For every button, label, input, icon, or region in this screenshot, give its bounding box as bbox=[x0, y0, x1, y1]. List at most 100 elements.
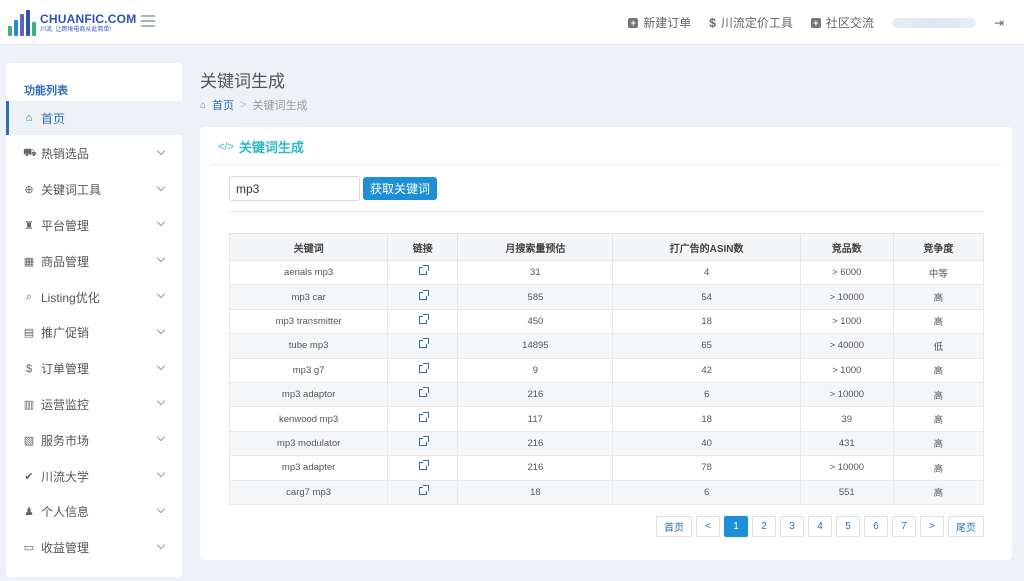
chevron-down-icon bbox=[156, 361, 166, 370]
page-number-button[interactable]: 7 bbox=[892, 516, 916, 537]
new-order-link[interactable]: + 新建订单 bbox=[628, 14, 691, 31]
page-number-button[interactable]: 4 bbox=[808, 516, 832, 537]
external-link-icon[interactable] bbox=[418, 484, 429, 495]
sidebar-item[interactable]: $ 订单管理 bbox=[6, 352, 182, 386]
external-link-icon[interactable] bbox=[418, 362, 429, 373]
external-link-icon[interactable] bbox=[418, 265, 429, 276]
sidebar-item[interactable]: ▦ 商品管理 bbox=[6, 244, 182, 278]
plus-square-icon: + bbox=[628, 17, 639, 28]
pagination: 首页 <1 2 3 4 5 6 7 > 尾页 bbox=[656, 516, 984, 537]
sidebar-item[interactable]: ▭ 收益管理 bbox=[6, 531, 182, 565]
page-number-button[interactable]: 6 bbox=[864, 516, 888, 537]
keyword-generator-card: </> 关键词生成 获取关键词 关键词链接月搜索量预估打广告的ASIN数竞品数竞… bbox=[200, 127, 1012, 560]
divider bbox=[229, 211, 984, 212]
logout-icon[interactable]: ⇥ bbox=[994, 16, 1004, 30]
credit-card-icon: ▭ bbox=[23, 542, 35, 555]
ad-asin-count-cell: 54 bbox=[612, 284, 801, 310]
sidebar-item[interactable]: ▧ 服务市场 bbox=[6, 423, 182, 457]
column-header: 月搜索量预估 bbox=[457, 233, 614, 261]
menu-toggle-icon[interactable] bbox=[141, 15, 155, 27]
sidebar-item-label: 推广促销 bbox=[41, 326, 90, 341]
breadcrumb-current: 关键词生成 bbox=[252, 100, 308, 112]
chevron-down-icon bbox=[156, 146, 166, 156]
external-link-icon[interactable] bbox=[418, 387, 429, 398]
sidebar-item[interactable]: ♜ 平台管理 bbox=[6, 208, 182, 242]
sidebar-item[interactable]: ⊕ 关键词工具 bbox=[6, 173, 182, 207]
sidebar-item[interactable]: ▥ 运营监控 bbox=[6, 387, 182, 421]
page-number-button[interactable]: 3 bbox=[780, 516, 804, 537]
sidebar-item[interactable]: ⛟ 热销选品 bbox=[6, 137, 182, 171]
community-link[interactable]: + 社区交流 bbox=[810, 14, 874, 31]
keyword-cell: mp3 modulator bbox=[228, 430, 389, 457]
monthly-search-cell: 14895 bbox=[457, 333, 614, 359]
sidebar-item[interactable]: ⌕ Listing优化 bbox=[6, 280, 182, 314]
prev-page-button[interactable]: < bbox=[696, 516, 720, 537]
table-row: mp3 car 585 54 > 10000 高 bbox=[228, 284, 985, 310]
get-keywords-button[interactable]: 获取关键词 bbox=[363, 177, 437, 200]
briefcase-icon: ▤ bbox=[23, 327, 35, 340]
sidebar-item-label: 收益管理 bbox=[41, 541, 90, 556]
plus-square-icon: + bbox=[810, 17, 821, 28]
external-link-icon[interactable] bbox=[418, 289, 429, 300]
ad-asin-count-cell: 6 bbox=[612, 381, 801, 408]
breadcrumb-separator: > bbox=[240, 99, 247, 111]
competitor-count-cell: 39 bbox=[799, 406, 894, 432]
keyword-cell: kenwood mp3 bbox=[228, 406, 389, 432]
sidebar-item-label: 商品管理 bbox=[41, 254, 90, 269]
table-row: mp3 g7 9 42 > 1000 高 bbox=[228, 357, 985, 383]
competition-level-cell: 高 bbox=[892, 308, 985, 335]
competition-level-cell: 低 bbox=[892, 333, 985, 359]
external-link-icon[interactable] bbox=[418, 460, 429, 471]
ad-asin-count-cell: 78 bbox=[612, 455, 801, 481]
competitor-count-cell: > 10000 bbox=[799, 284, 894, 310]
ad-asin-count-cell: 4 bbox=[612, 259, 801, 286]
page-number-button[interactable]: 2 bbox=[752, 516, 776, 537]
ad-asin-count-cell: 18 bbox=[612, 406, 801, 432]
code-icon: </> bbox=[218, 140, 234, 153]
link-cell bbox=[387, 406, 459, 432]
pricing-tool-link[interactable]: $ 川流定价工具 bbox=[709, 14, 793, 31]
sidebar-item[interactable]: ✔ 川流大学 bbox=[6, 459, 182, 493]
home-icon: ⌂ bbox=[25, 112, 33, 124]
page-number-button[interactable]: 5 bbox=[836, 516, 860, 537]
link-cell bbox=[387, 381, 459, 408]
monthly-search-cell: 216 bbox=[457, 430, 614, 457]
table-row: mp3 modulator 216 40 431 高 bbox=[228, 430, 985, 457]
chevron-down-icon bbox=[156, 504, 166, 514]
keyword-input[interactable] bbox=[229, 176, 360, 201]
last-page-button[interactable]: 尾页 bbox=[948, 516, 984, 537]
brand-logo[interactable]: CHUANFIC.COM 川流, 让跨境电商从此简单! bbox=[8, 8, 136, 38]
monthly-search-cell: 9 bbox=[457, 357, 614, 383]
top-header: CHUANFIC.COM 川流, 让跨境电商从此简单! + 新建订单 $ 川流定… bbox=[0, 0, 1024, 45]
next-page-button[interactable]: > bbox=[920, 516, 944, 537]
breadcrumb: ⌂ 首页 > 关键词生成 bbox=[200, 97, 307, 113]
ad-asin-count-cell: 18 bbox=[612, 308, 801, 335]
user-name-blurred[interactable] bbox=[891, 17, 976, 28]
page-number-button[interactable]: 1 bbox=[724, 516, 748, 537]
external-link-icon[interactable] bbox=[418, 435, 429, 446]
sidebar-title: 功能列表 bbox=[24, 85, 68, 97]
sidebar-item[interactable]: ⌂ 首页 bbox=[6, 101, 182, 135]
competition-level-cell: 高 bbox=[892, 284, 985, 310]
link-cell bbox=[387, 357, 459, 383]
sidebar-item[interactable]: ▤ 推广促销 bbox=[6, 316, 182, 350]
external-link-icon[interactable] bbox=[418, 338, 429, 349]
table-row: mp3 transmitter 450 18 > 1000 高 bbox=[228, 308, 985, 335]
sidebar-item-label: 川流大学 bbox=[41, 469, 90, 484]
external-link-icon[interactable] bbox=[418, 313, 429, 324]
table-row: mp3 adapter 216 78 > 10000 高 bbox=[228, 455, 985, 481]
breadcrumb-home-link[interactable]: 首页 bbox=[212, 97, 234, 113]
external-link-icon[interactable] bbox=[418, 411, 429, 422]
keyword-cell: carg7 mp3 bbox=[228, 479, 389, 505]
monthly-search-cell: 216 bbox=[457, 455, 614, 481]
home-icon: ⌂ bbox=[200, 99, 207, 111]
sidebar-item[interactable]: ♟ 个人信息 bbox=[6, 495, 182, 529]
first-page-button[interactable]: 首页 bbox=[656, 516, 692, 537]
competitor-count-cell: > 1000 bbox=[799, 357, 894, 383]
chevron-down-icon bbox=[156, 397, 166, 406]
grid-icon: ▦ bbox=[23, 255, 35, 268]
table-row: kenwood mp3 117 18 39 高 bbox=[228, 406, 985, 432]
ad-asin-count-cell: 65 bbox=[612, 333, 801, 359]
table-header-row: 关键词 链接 月搜索量预估 打广告的ASIN数 竞品数 竞争度 bbox=[228, 233, 985, 261]
sidebar-item-label: 个人信息 bbox=[41, 505, 90, 520]
